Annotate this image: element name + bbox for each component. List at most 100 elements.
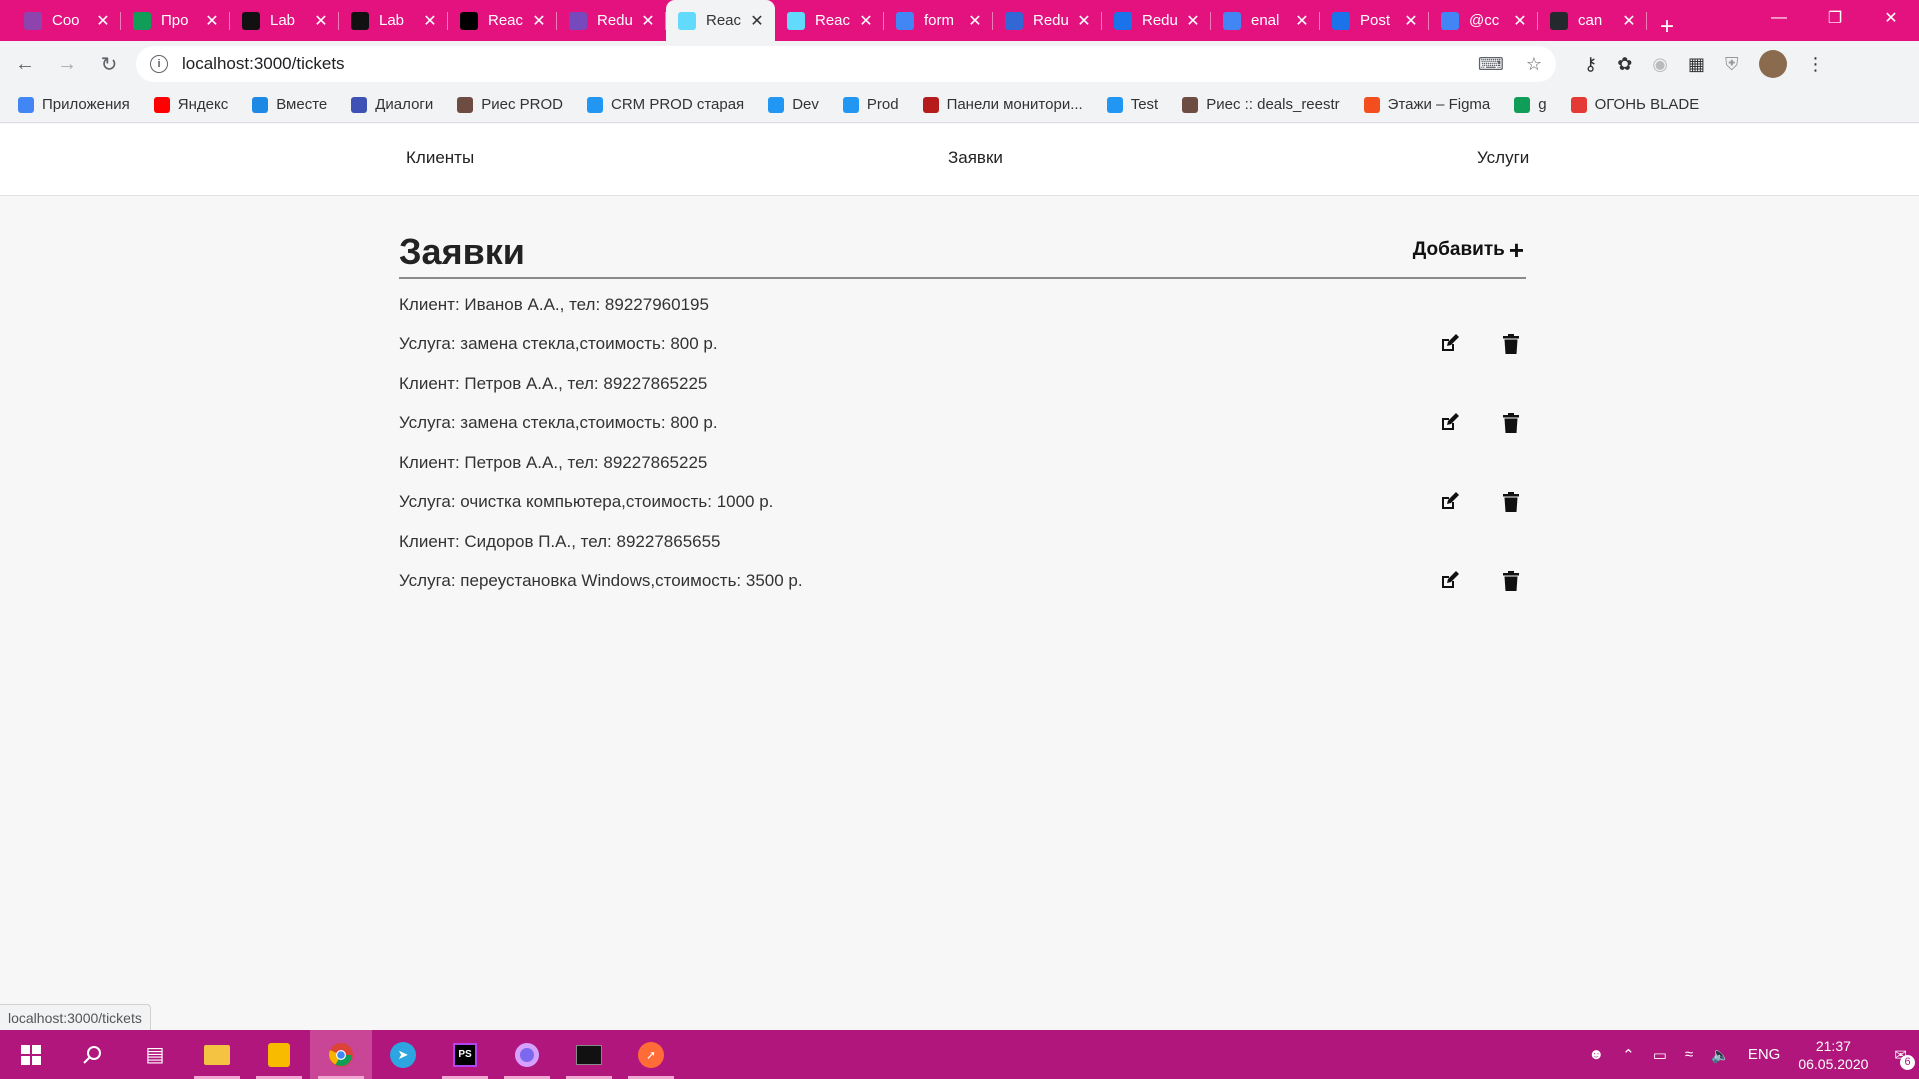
browser-tab[interactable]: @cc ✕ xyxy=(1429,0,1538,41)
volume-icon[interactable]: 🔈 xyxy=(1711,1046,1730,1064)
bookmark-item[interactable]: ОГОНЬ BLADE xyxy=(1570,96,1699,113)
add-ticket-button[interactable]: Добавить + xyxy=(1413,237,1524,263)
edit-icon[interactable] xyxy=(1436,568,1462,594)
browser-tab[interactable]: Reac ✕ xyxy=(448,0,557,41)
close-tab-icon[interactable]: ✕ xyxy=(1185,11,1201,31)
close-tab-icon[interactable]: ✕ xyxy=(858,11,874,31)
close-tab-icon[interactable]: ✕ xyxy=(531,11,547,31)
bookmark-item[interactable]: Dev xyxy=(768,96,819,113)
lab-logo-icon xyxy=(351,11,369,30)
reload-button[interactable]: ↻ xyxy=(92,47,126,81)
wifi-icon[interactable]: ≈ xyxy=(1685,1046,1693,1063)
bookmark-item[interactable]: Риес :: deals_reestr xyxy=(1182,96,1340,113)
trash-icon[interactable] xyxy=(1498,568,1524,594)
ticket-actions xyxy=(1436,410,1524,436)
close-tab-icon[interactable]: ✕ xyxy=(1621,11,1637,31)
browser-tab[interactable]: Lab ✕ xyxy=(339,0,448,41)
bookmark-label: CRM PROD старая xyxy=(611,96,745,113)
extension-icon[interactable]: ◉ xyxy=(1652,54,1668,75)
bookmark-item[interactable]: Риес PROD xyxy=(457,96,563,113)
trash-icon[interactable] xyxy=(1498,489,1524,515)
browser-tab[interactable]: Post ✕ xyxy=(1320,0,1429,41)
edit-icon[interactable] xyxy=(1436,489,1462,515)
browser-tab[interactable]: Lab ✕ xyxy=(230,0,339,41)
start-button[interactable] xyxy=(0,1030,62,1079)
back-button[interactable]: ← xyxy=(8,47,42,81)
browser-tab[interactable]: Redu ✕ xyxy=(993,0,1102,41)
extension-icon[interactable]: ✿ xyxy=(1617,54,1632,75)
bookmark-item[interactable]: Prod xyxy=(842,96,899,113)
notifications-icon[interactable]: ✉ 6 xyxy=(1894,1046,1915,1070)
search-button[interactable] xyxy=(62,1030,124,1079)
app-taskbar-icon[interactable] xyxy=(496,1030,558,1079)
bookmark-star-icon[interactable]: ☆ xyxy=(1526,54,1542,75)
translate-icon[interactable]: ⌨ xyxy=(1478,54,1504,75)
close-tab-icon[interactable]: ✕ xyxy=(1512,11,1528,31)
browser-tab[interactable]: enal ✕ xyxy=(1211,0,1320,41)
terminal-taskbar-icon[interactable] xyxy=(558,1030,620,1079)
browser-tab[interactable]: Redu ✕ xyxy=(1102,0,1211,41)
browser-tab[interactable]: Redu ✕ xyxy=(557,0,666,41)
close-tab-icon[interactable]: ✕ xyxy=(1294,11,1310,31)
bookmark-item[interactable]: Панели монитори... xyxy=(922,96,1083,113)
nav-link-tickets[interactable]: Заявки xyxy=(948,148,1003,168)
site-info-icon[interactable]: i xyxy=(150,55,168,73)
browser-tab[interactable]: Reac ✕ xyxy=(666,0,775,41)
close-tab-icon[interactable]: ✕ xyxy=(1076,11,1092,31)
minimize-button[interactable]: — xyxy=(1751,0,1807,36)
postman-taskbar-icon[interactable]: ➚ xyxy=(620,1030,682,1079)
close-tab-icon[interactable]: ✕ xyxy=(422,11,438,31)
close-tab-icon[interactable]: ✕ xyxy=(749,11,765,31)
close-tab-icon[interactable]: ✕ xyxy=(1403,11,1419,31)
battery-icon[interactable]: ▭ xyxy=(1653,1046,1667,1064)
phpstorm-taskbar-icon[interactable]: PS xyxy=(434,1030,496,1079)
new-tab-button[interactable]: + xyxy=(1647,13,1687,41)
restore-button[interactable]: ❐ xyxy=(1807,0,1863,36)
browser-tab[interactable]: Coo ✕ xyxy=(12,0,121,41)
edit-icon[interactable] xyxy=(1436,331,1462,357)
bookmark-item[interactable]: Test xyxy=(1106,96,1158,113)
close-window-button[interactable]: ✕ xyxy=(1863,0,1919,36)
bookmark-item[interactable]: Диалоги xyxy=(351,96,433,113)
url-text[interactable]: localhost:3000/tickets xyxy=(182,54,345,74)
keep-taskbar-icon[interactable] xyxy=(248,1030,310,1079)
chevron-up-icon[interactable]: ⌃ xyxy=(1622,1046,1635,1064)
trash-icon[interactable] xyxy=(1498,331,1524,357)
shield-extension-icon[interactable]: ⛨ xyxy=(1725,54,1739,75)
terminal-extension-icon[interactable]: ▦ xyxy=(1688,54,1705,75)
bookmark-item[interactable]: Приложения xyxy=(18,96,130,113)
address-bar[interactable]: i localhost:3000/tickets ⌨ ☆ xyxy=(136,46,1556,82)
people-icon[interactable]: ☻ xyxy=(1588,1046,1604,1063)
task-view-button[interactable]: ▤ xyxy=(124,1030,186,1079)
close-tab-icon[interactable]: ✕ xyxy=(95,11,111,31)
file-explorer-taskbar-icon[interactable] xyxy=(186,1030,248,1079)
language-indicator[interactable]: ENG xyxy=(1748,1046,1781,1063)
edit-icon[interactable] xyxy=(1436,410,1462,436)
browser-tab[interactable]: can ✕ xyxy=(1538,0,1647,41)
close-tab-icon[interactable]: ✕ xyxy=(204,11,220,31)
bookmark-item[interactable]: CRM PROD старая xyxy=(587,96,744,113)
trash-icon[interactable] xyxy=(1498,410,1524,436)
menu-kebab-icon[interactable]: ⋮ xyxy=(1807,54,1825,75)
chrome-taskbar-icon[interactable] xyxy=(310,1030,372,1079)
nav-link-clients[interactable]: Клиенты xyxy=(406,148,474,168)
clock[interactable]: 21:37 06.05.2020 xyxy=(1798,1037,1868,1073)
lab-logo-icon xyxy=(242,11,260,30)
close-tab-icon[interactable]: ✕ xyxy=(967,11,983,31)
key-extension-icon[interactable]: ⚷ xyxy=(1584,54,1597,75)
close-tab-icon[interactable]: ✕ xyxy=(313,11,329,31)
nav-link-services[interactable]: Услуги xyxy=(1477,148,1529,168)
forward-button[interactable]: → xyxy=(50,47,84,81)
bookmark-item[interactable]: Яндекс xyxy=(153,96,228,113)
bookmark-item[interactable]: g xyxy=(1514,96,1547,113)
telegram-taskbar-icon[interactable]: ➤ xyxy=(372,1030,434,1079)
sheets-plus-icon xyxy=(133,11,151,30)
google-g-icon xyxy=(896,11,914,30)
bookmark-item[interactable]: Этажи – Figma xyxy=(1363,96,1490,113)
browser-tab[interactable]: Про ✕ xyxy=(121,0,230,41)
browser-tab[interactable]: Reac ✕ xyxy=(775,0,884,41)
bookmark-item[interactable]: Вместе xyxy=(252,96,327,113)
profile-avatar[interactable] xyxy=(1758,50,1787,78)
browser-tab[interactable]: form ✕ xyxy=(884,0,993,41)
close-tab-icon[interactable]: ✕ xyxy=(640,11,656,31)
